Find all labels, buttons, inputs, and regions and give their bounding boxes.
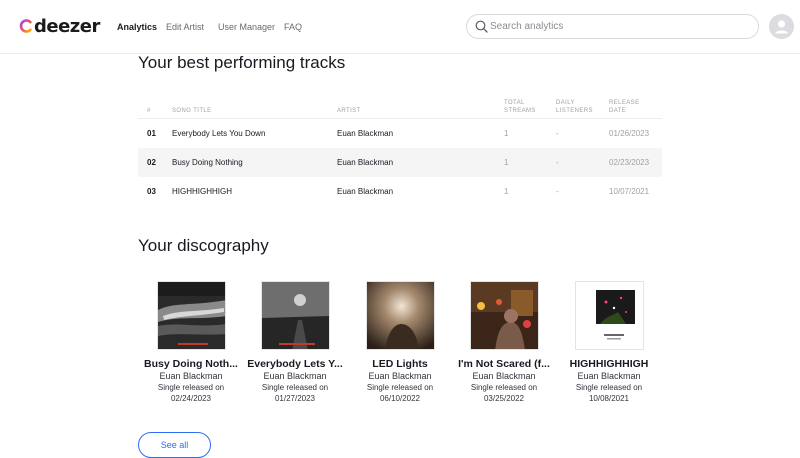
nav-edit-artist[interactable]: Edit Artist: [166, 0, 204, 54]
track-title: Everybody Lets You Down: [172, 129, 266, 138]
album-artist: Euan Blackman: [263, 371, 327, 381]
album-artist: Euan Blackman: [577, 371, 641, 381]
album-artwork-image: [366, 282, 434, 349]
album-cover[interactable]: [574, 281, 644, 350]
col-header-daily-listeners: DAILY LISTENERS: [556, 100, 593, 114]
track-daily-listeners: -: [556, 187, 559, 196]
album-release-type: Single released on: [575, 383, 643, 392]
search-box[interactable]: [466, 14, 759, 39]
album-card[interactable]: Everybody Lets Y... Euan Blackman Single…: [240, 281, 350, 403]
track-title: HIGHHIGHHIGH: [172, 187, 232, 196]
album-card[interactable]: I'm Not Scared (f... Euan Blackman Singl…: [449, 281, 559, 403]
album-card[interactable]: LED Lights Euan Blackman Single released…: [345, 281, 455, 403]
album-cover[interactable]: [365, 281, 435, 350]
album-release-date: 03/25/2022: [483, 394, 525, 403]
nav-analytics[interactable]: Analytics: [117, 0, 157, 54]
table-row[interactable]: 02 Busy Doing Nothing Euan Blackman 1 - …: [138, 148, 662, 177]
track-title: Busy Doing Nothing: [172, 158, 243, 167]
album-release-date: 02/24/2023: [170, 394, 212, 403]
table-row[interactable]: 03 HIGHHIGHHIGH Euan Blackman 1 - 10/07/…: [138, 177, 662, 206]
album-artist: Euan Blackman: [472, 371, 536, 381]
search-input[interactable]: [490, 18, 740, 35]
track-number: 02: [147, 158, 156, 167]
track-release-date: 01/26/2023: [609, 129, 650, 138]
album-cover[interactable]: [469, 281, 539, 350]
col-header-release-date: RELEASE DATE: [609, 100, 640, 114]
album-title[interactable]: LED Lights: [345, 358, 455, 370]
col-header-song-title: SONG TITLE: [172, 108, 212, 114]
album-card[interactable]: Busy Doing Noth... Euan Blackman Single …: [136, 281, 246, 403]
album-release-date: 10/08/2021: [588, 394, 630, 403]
track-total-streams: 1: [504, 129, 509, 138]
deezer-logo-icon: [19, 19, 32, 33]
user-avatar[interactable]: [769, 14, 794, 39]
track-daily-listeners: -: [556, 158, 559, 167]
track-number: 01: [147, 129, 156, 138]
track-artist: Euan Blackman: [337, 129, 394, 138]
col-header-total-streams: TOTAL STREAMS: [504, 100, 536, 114]
track-release-date: 10/07/2021: [609, 187, 650, 196]
track-artist: Euan Blackman: [337, 187, 394, 196]
table-row[interactable]: 01 Everybody Lets You Down Euan Blackman…: [138, 119, 662, 148]
col-header-number: #: [147, 108, 151, 114]
album-release-type: Single released on: [261, 383, 329, 392]
album-release-type: Single released on: [366, 383, 434, 392]
album-title[interactable]: Busy Doing Noth...: [136, 358, 246, 370]
track-total-streams: 1: [504, 187, 509, 196]
album-artwork-image: [575, 282, 643, 349]
search-icon: [475, 20, 488, 33]
album-card[interactable]: HIGHHIGHHIGH Euan Blackman Single releas…: [554, 281, 664, 403]
album-cover[interactable]: [260, 281, 330, 350]
album-artwork-image: [261, 282, 329, 349]
nav-faq[interactable]: FAQ: [284, 0, 302, 54]
album-artwork-image: [470, 282, 538, 349]
track-artist: Euan Blackman: [337, 158, 394, 167]
album-title[interactable]: HIGHHIGHHIGH: [554, 358, 664, 370]
discography-title: Your discography: [138, 236, 269, 255]
album-release-type: Single released on: [470, 383, 538, 392]
album-cover[interactable]: [156, 281, 226, 350]
album-release-date: 01/27/2023: [274, 394, 316, 403]
album-artwork-image: [157, 282, 225, 349]
track-number: 03: [147, 187, 156, 196]
album-title[interactable]: Everybody Lets Y...: [240, 358, 350, 370]
album-artist: Euan Blackman: [368, 371, 432, 381]
user-icon: [775, 20, 788, 34]
logo-text: deezer: [34, 15, 100, 37]
see-all-button[interactable]: See all: [138, 432, 211, 458]
deezer-logo[interactable]: deezer: [19, 15, 100, 37]
album-artist: Euan Blackman: [159, 371, 223, 381]
album-release-type: Single released on: [157, 383, 225, 392]
track-release-date: 02/23/2023: [609, 158, 650, 167]
track-total-streams: 1: [504, 158, 509, 167]
top-bar: deezer Analytics Edit Artist User Manage…: [0, 0, 800, 54]
track-daily-listeners: -: [556, 129, 559, 138]
nav-user-manager[interactable]: User Manager: [218, 0, 275, 54]
album-release-date: 06/10/2022: [379, 394, 421, 403]
album-title[interactable]: I'm Not Scared (f...: [449, 358, 559, 370]
best-tracks-title: Your best performing tracks: [138, 53, 346, 72]
col-header-artist: ARTIST: [337, 108, 361, 114]
